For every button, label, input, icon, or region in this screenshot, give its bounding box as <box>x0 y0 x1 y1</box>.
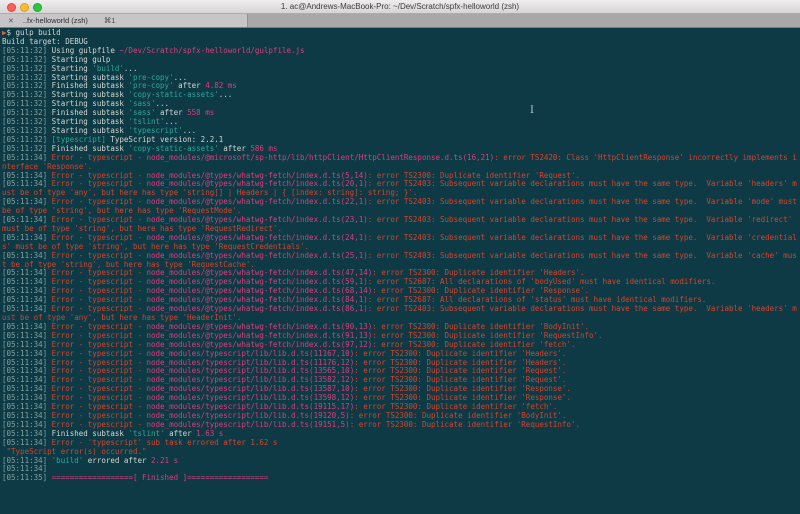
terminal-line: [05:11:34] Error - typescript - node_mod… <box>2 197 797 216</box>
close-tab-icon[interactable]: ✕ <box>8 17 14 25</box>
tab-session[interactable]: ✕ ..fx-helloworld (zsh) ⌘1 <box>0 14 248 27</box>
terminal-line: [05:11:34] Error - typescript - node_mod… <box>2 179 797 198</box>
ibeam-cursor-icon: I <box>530 105 534 116</box>
terminal-output[interactable]: ▶$ gulp build Build target: DEBUG [05:11:3… <box>0 28 800 514</box>
window-title: 1. ac@Andrews-MacBook-Pro: ~/Dev/Scratch… <box>280 2 520 11</box>
terminal-line: [05:11:34] Error - typescript - node_mod… <box>2 250 797 269</box>
terminal-window: 1. ac@Andrews-MacBook-Pro: ~/Dev/Scratch… <box>0 0 800 514</box>
terminal-line: [05:11:34] Error - typescript - node_mod… <box>2 152 797 171</box>
terminal-line: [05:11:34] Error - typescript - node_mod… <box>2 215 797 233</box>
tab-bar: ✕ ..fx-helloworld (zsh) ⌘1 <box>0 14 800 28</box>
tab-title: ..fx-helloworld (zsh) <box>22 16 88 25</box>
window-titlebar[interactable]: 1. ac@Andrews-MacBook-Pro: ~/Dev/Scratch… <box>0 0 800 14</box>
terminal-line: [05:11:32] Using gulpfile ~/Dev/Scratch/… <box>2 45 305 55</box>
zoom-window-button[interactable] <box>33 3 42 12</box>
terminal-line: [05:11:34] 'build' errored after 2.21 s <box>2 455 179 465</box>
terminal-line: [05:11:34] Error - typescript - node_mod… <box>2 232 797 251</box>
terminal-line: ▶$ gulp build <box>2 28 61 37</box>
minimize-window-button[interactable] <box>20 3 29 12</box>
close-window-button[interactable] <box>7 3 16 12</box>
traffic-lights <box>7 3 42 12</box>
tab-shortcut-badge: ⌘1 <box>103 16 116 25</box>
terminal-line: [05:11:35] ==================[ Finished … <box>2 473 269 483</box>
terminal-line: [05:11:34] Error - typescript - node_mod… <box>2 304 797 322</box>
